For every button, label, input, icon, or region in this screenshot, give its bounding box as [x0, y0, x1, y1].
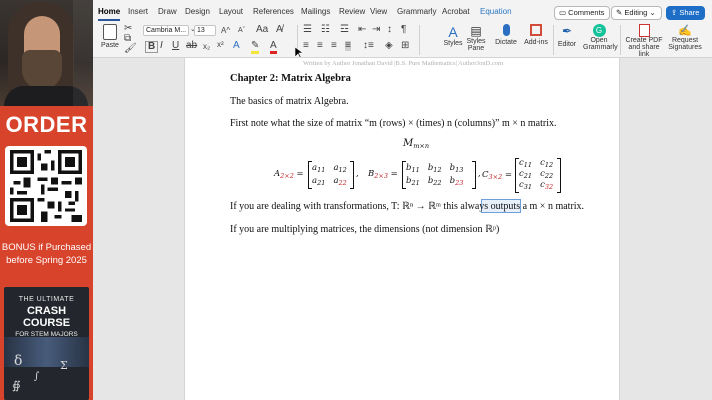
- document-area: Written by Author Jonathan David |B.S. P…: [93, 58, 712, 400]
- clipboard-icon: [103, 24, 117, 40]
- styles-icon: A: [448, 24, 458, 40]
- editor-pen-icon: ✒: [561, 24, 573, 38]
- decrease-indent-icon[interactable]: ⇤: [358, 25, 366, 35]
- paste-button[interactable]: Paste: [99, 24, 121, 49]
- open-grammarly-button[interactable]: G Open Grammarly: [583, 24, 618, 51]
- mouse-cursor-icon: [295, 47, 303, 59]
- order-title: ORDER: [5, 112, 88, 137]
- signature-icon: ✍: [678, 25, 692, 37]
- book-cover: THE ULTIMATE CRASH COURSE FOR STEM MAJOR…: [4, 287, 89, 400]
- screen: ORDER BONUS if Purchased before Spring 2…: [0, 0, 712, 400]
- align-left-icon[interactable]: ≡: [303, 41, 309, 51]
- highlight-icon[interactable]: ✎: [251, 41, 260, 54]
- first-note-line: First note what the size of matrix “m (r…: [230, 118, 557, 129]
- tab-home[interactable]: Home: [98, 7, 121, 21]
- shading-icon[interactable]: ◈: [385, 41, 393, 51]
- styles-button[interactable]: A Styles: [443, 24, 463, 47]
- line-spacing-icon[interactable]: ↕≡: [363, 41, 374, 51]
- page-header: Written by Author Jonathan David |B.S. P…: [302, 60, 504, 67]
- styles-pane-button[interactable]: ▤ Styles Pane: [464, 24, 488, 52]
- subscript-icon[interactable]: x₂: [203, 42, 210, 52]
- text-effects-icon[interactable]: A: [233, 41, 240, 51]
- font-size-dropdown[interactable]: 13: [194, 25, 216, 36]
- create-pdf-button[interactable]: Create PDF and share link: [623, 24, 665, 58]
- sort-icon[interactable]: ↕: [387, 25, 392, 35]
- tab-insert[interactable]: Insert: [128, 7, 148, 16]
- ribbon-tabs: Home Insert Draw Design Layout Reference…: [93, 0, 712, 22]
- grammarly-icon: G: [592, 24, 606, 37]
- transformation-line: If you are dealing with transformations,…: [230, 201, 585, 212]
- tab-design[interactable]: Design: [185, 7, 210, 16]
- bonus-text: BONUS if Purchased before Spring 2025: [1, 242, 92, 266]
- microphone-icon: [502, 24, 510, 36]
- editing-button[interactable]: ✎ Editing ⌄: [611, 6, 662, 20]
- tab-acrobat[interactable]: Acrobat: [442, 7, 470, 16]
- align-center-icon[interactable]: ≡: [317, 41, 323, 51]
- tab-review[interactable]: Review: [339, 7, 365, 16]
- change-case-icon[interactable]: Aa: [256, 25, 268, 35]
- dictate-button[interactable]: Dictate: [494, 24, 518, 46]
- chapter-heading: Chapter 2: Matrix Algebra: [230, 73, 351, 84]
- borders-icon[interactable]: ⊞: [401, 41, 409, 51]
- editor-button[interactable]: ✒ Editor: [555, 24, 579, 48]
- tab-layout[interactable]: Layout: [219, 7, 243, 16]
- styles-pane-icon: ▤: [470, 24, 482, 38]
- request-signatures-button[interactable]: ✍ Request Signatures: [667, 24, 703, 51]
- promo-panel: ORDER BONUS if Purchased before Spring 2…: [0, 0, 93, 400]
- tab-references[interactable]: References: [253, 7, 294, 16]
- clear-formatting-icon[interactable]: A̸: [276, 25, 283, 35]
- grow-font-icon[interactable]: A^: [221, 26, 230, 36]
- webcam-feed: [0, 0, 93, 106]
- increase-indent-icon[interactable]: ⇥: [372, 25, 380, 35]
- font-name-dropdown[interactable]: Cambria M...: [143, 25, 189, 36]
- bullets-icon[interactable]: ☰: [303, 25, 312, 35]
- comments-button[interactable]: ▭ Comments: [554, 6, 611, 20]
- paragraph-mark-icon[interactable]: ¶: [401, 25, 406, 35]
- add-ins-icon: [530, 24, 542, 36]
- underline-icon[interactable]: U: [172, 41, 179, 51]
- italic-icon[interactable]: I: [160, 41, 163, 51]
- matrix-a: A2×2 = a11 a12 a21 a22 ,: [274, 161, 359, 189]
- bold-icon[interactable]: B: [145, 41, 159, 53]
- m-by-n-symbol: Mm×n: [403, 138, 430, 150]
- tab-equation[interactable]: Equation: [480, 7, 512, 16]
- add-ins-button[interactable]: Add-ins: [524, 24, 548, 46]
- share-button[interactable]: ⇪ Share: [666, 6, 706, 20]
- shrink-font-icon[interactable]: Aˇ: [238, 26, 245, 36]
- justify-icon[interactable]: ≡: [345, 41, 351, 51]
- qr-code[interactable]: [5, 146, 87, 226]
- tab-grammarly[interactable]: Grammarly: [397, 7, 437, 16]
- strikethrough-icon[interactable]: ab: [186, 41, 197, 51]
- multiply-line: If you are multiplying matrices, the dim…: [230, 224, 500, 235]
- multilevel-list-icon[interactable]: ☲: [340, 25, 349, 35]
- tab-draw[interactable]: Draw: [158, 7, 177, 16]
- matrix-c: C3×2 = c11 c12 c21 c22 c31 c32: [482, 158, 562, 194]
- format-painter-icon[interactable]: 🖌: [124, 44, 137, 54]
- document-page[interactable]: Written by Author Jonathan David |B.S. P…: [184, 58, 620, 400]
- chevron-down-icon: ⌄: [647, 8, 656, 17]
- comment-icon: ▭: [559, 8, 569, 17]
- tab-mailings[interactable]: Mailings: [301, 7, 330, 16]
- ribbon-home: Paste ✂ ⧉ 🖌 Cambria M... ⌄ 13 A^ Aˇ Aa A…: [93, 22, 712, 58]
- numbering-icon[interactable]: ☷: [321, 25, 330, 35]
- pdf-icon: [638, 24, 650, 37]
- matrix-b: B2×3 = b11 b12 b13 b21 b22 b23 ,: [368, 161, 481, 189]
- font-color-icon[interactable]: A: [270, 41, 277, 54]
- tab-view[interactable]: View: [370, 7, 387, 16]
- basics-line: The basics of matrix Algebra.: [230, 96, 349, 107]
- superscript-icon[interactable]: x²: [217, 40, 224, 50]
- align-right-icon[interactable]: ≡: [331, 41, 337, 51]
